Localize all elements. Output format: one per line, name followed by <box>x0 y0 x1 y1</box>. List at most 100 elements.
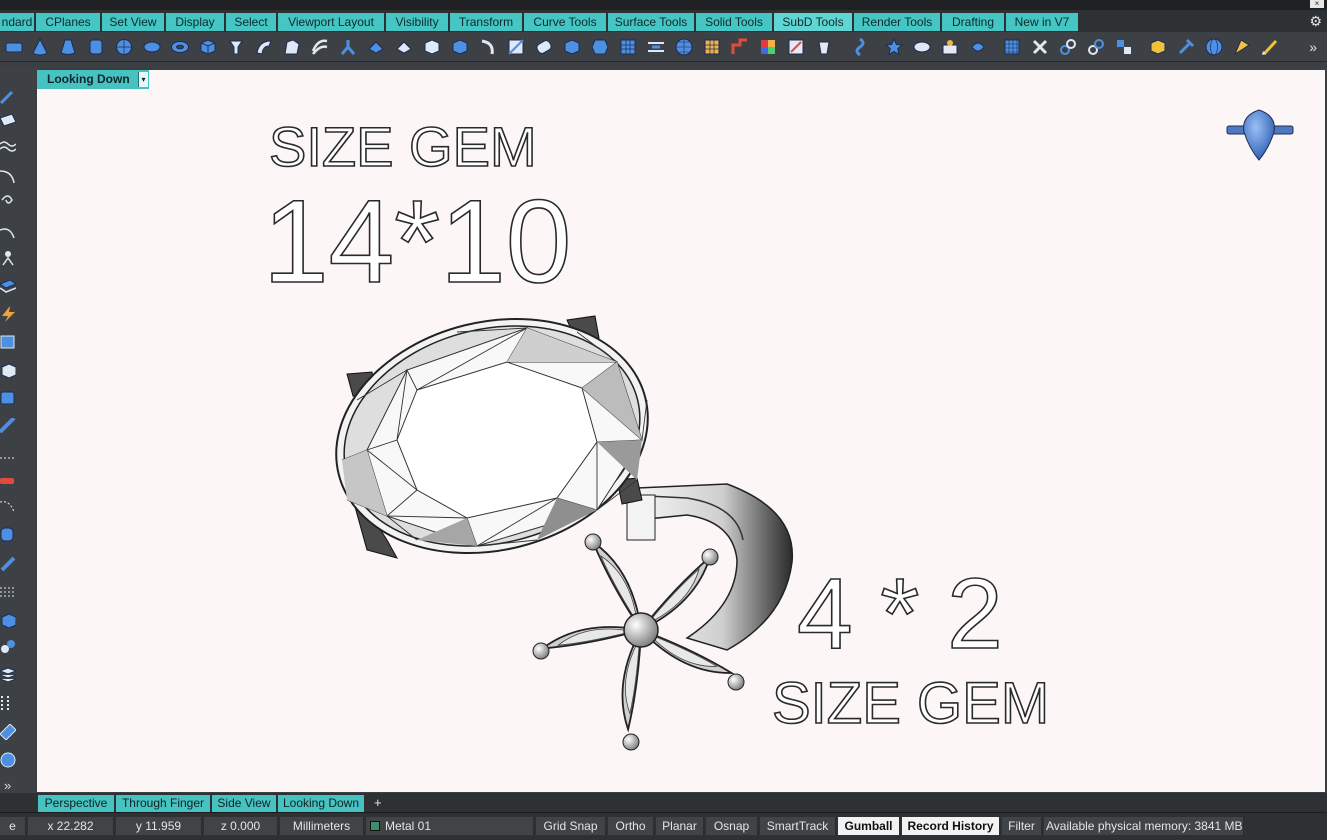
ortho-toggle[interactable]: Ortho <box>608 817 654 835</box>
dropdown-arrow-icon[interactable]: ▾ <box>138 72 148 87</box>
color-grid-icon[interactable] <box>758 37 778 57</box>
solid-icon[interactable] <box>0 362 16 378</box>
fill-icon[interactable] <box>422 37 442 57</box>
mesh-grid-icon[interactable] <box>702 37 722 57</box>
sweep-icon[interactable] <box>254 37 274 57</box>
array-icon[interactable] <box>0 584 16 600</box>
subd-ellipsoid-icon[interactable] <box>142 37 162 57</box>
prong-icon[interactable] <box>968 37 988 57</box>
gem-cut-icon[interactable] <box>912 37 932 57</box>
tab-viewport-layout[interactable]: Viewport Layout <box>278 13 384 31</box>
extrude-icon[interactable] <box>0 278 16 294</box>
star-icon[interactable] <box>884 37 904 57</box>
osnap-toggle[interactable]: Osnap <box>706 817 758 835</box>
balls-icon[interactable] <box>0 638 16 654</box>
record-history-toggle[interactable]: Record History <box>902 817 1000 835</box>
figure-icon[interactable] <box>0 250 16 266</box>
tab-cplanes[interactable]: CPlanes <box>36 13 100 31</box>
subd-cylinder-icon[interactable] <box>86 37 106 57</box>
subd-box-icon[interactable] <box>4 37 24 57</box>
tab-solid-tools[interactable]: Solid Tools <box>696 13 772 31</box>
cylinder-icon[interactable] <box>0 526 16 542</box>
dotted-arc-icon[interactable] <box>0 498 16 514</box>
bucket-icon[interactable] <box>814 37 834 57</box>
to-nurbs-icon[interactable] <box>730 37 750 57</box>
group-icon[interactable] <box>1114 37 1134 57</box>
bridge-icon[interactable] <box>478 37 498 57</box>
smarttrack-toggle[interactable]: SmartTrack <box>760 817 836 835</box>
tab-select[interactable]: Select <box>226 13 276 31</box>
thicken-icon[interactable] <box>562 37 582 57</box>
mesh-icon[interactable] <box>0 418 16 434</box>
stitch-icon[interactable] <box>590 37 610 57</box>
chevron-right-icon[interactable]: » <box>4 778 11 793</box>
pencil-icon[interactable] <box>0 88 16 104</box>
tag-icon[interactable] <box>0 724 16 740</box>
spiral-icon[interactable] <box>0 192 16 208</box>
layers-icon[interactable] <box>0 666 16 682</box>
subd-sphere-icon[interactable] <box>114 37 134 57</box>
globe-icon[interactable] <box>1204 37 1224 57</box>
offset-icon[interactable] <box>534 37 554 57</box>
rail-sweep-icon[interactable] <box>310 37 330 57</box>
twist-icon[interactable] <box>850 37 870 57</box>
append-icon[interactable] <box>506 37 526 57</box>
wrench-icon[interactable] <box>1030 37 1050 57</box>
blue-box-icon[interactable] <box>0 390 16 406</box>
pipe-icon[interactable] <box>338 37 358 57</box>
tab-display[interactable]: Display <box>166 13 224 31</box>
tab-surface-tools[interactable]: Surface Tools <box>608 13 694 31</box>
chain-icon[interactable] <box>1086 37 1106 57</box>
lightning-icon[interactable] <box>0 306 16 322</box>
box-icon[interactable] <box>0 334 16 350</box>
remove-crease-icon[interactable] <box>394 37 414 57</box>
tab-set-view[interactable]: Set View <box>102 13 164 31</box>
plane-icon[interactable] <box>0 112 16 128</box>
current-layer[interactable]: Metal 01 <box>366 817 534 835</box>
tab-standard[interactable]: ndard <box>0 13 34 31</box>
viewport-title[interactable]: Looking Down <box>37 70 149 89</box>
mesh-sphere-icon[interactable] <box>674 37 694 57</box>
curve-arc-icon[interactable] <box>0 224 16 240</box>
tab-drafting[interactable]: Drafting <box>942 13 1004 31</box>
flag-icon[interactable] <box>1232 37 1252 57</box>
arc-icon[interactable] <box>0 168 16 184</box>
gumball-toggle[interactable]: Gumball <box>838 817 900 835</box>
gear-icon[interactable]: ⚙ <box>1309 14 1322 28</box>
globe-left-icon[interactable] <box>0 752 16 768</box>
extrude-face-icon[interactable] <box>226 37 246 57</box>
place-gem-icon[interactable] <box>940 37 960 57</box>
cube-icon[interactable] <box>0 612 16 628</box>
tab-perspective[interactable]: Perspective <box>38 795 114 812</box>
subd-torus-icon[interactable] <box>170 37 190 57</box>
subd-solid-icon[interactable] <box>450 37 470 57</box>
chevron-right-icon[interactable]: » <box>1309 37 1317 57</box>
tab-transform[interactable]: Transform <box>450 13 522 31</box>
subd-cone-icon[interactable] <box>30 37 50 57</box>
tab-visibility[interactable]: Visibility <box>386 13 448 31</box>
crease-icon[interactable] <box>366 37 386 57</box>
link-icon[interactable] <box>1058 37 1078 57</box>
tab-new-in-v7[interactable]: New in V7 <box>1006 13 1078 31</box>
subd-cube-mesh-icon[interactable] <box>198 37 218 57</box>
yellow-box-icon[interactable] <box>1148 37 1168 57</box>
tab-curve-tools[interactable]: Curve Tools <box>524 13 606 31</box>
plus-icon[interactable]: + <box>374 794 382 811</box>
car-icon[interactable] <box>0 472 16 488</box>
quad-remesh-icon[interactable] <box>618 37 638 57</box>
tab-render-tools[interactable]: Render Tools <box>854 13 940 31</box>
tab-side-view[interactable]: Side View <box>212 795 276 812</box>
view-gizmo-icon[interactable] <box>1226 109 1294 161</box>
tab-through-finger[interactable]: Through Finger <box>116 795 210 812</box>
merge-faces-icon[interactable] <box>646 37 666 57</box>
filter-toggle[interactable]: Filter <box>1002 817 1042 835</box>
units-display[interactable]: Millimeters <box>280 817 364 835</box>
dots-grid-icon[interactable] <box>0 696 16 712</box>
planar-toggle[interactable]: Planar <box>656 817 704 835</box>
tools-icon[interactable] <box>786 37 806 57</box>
dotted-line-icon[interactable] <box>0 450 16 466</box>
grid-editor-icon[interactable] <box>1002 37 1022 57</box>
brush-icon[interactable] <box>1260 37 1280 57</box>
subd-truncated-cone-icon[interactable] <box>58 37 78 57</box>
close-icon[interactable]: × <box>1310 0 1324 8</box>
